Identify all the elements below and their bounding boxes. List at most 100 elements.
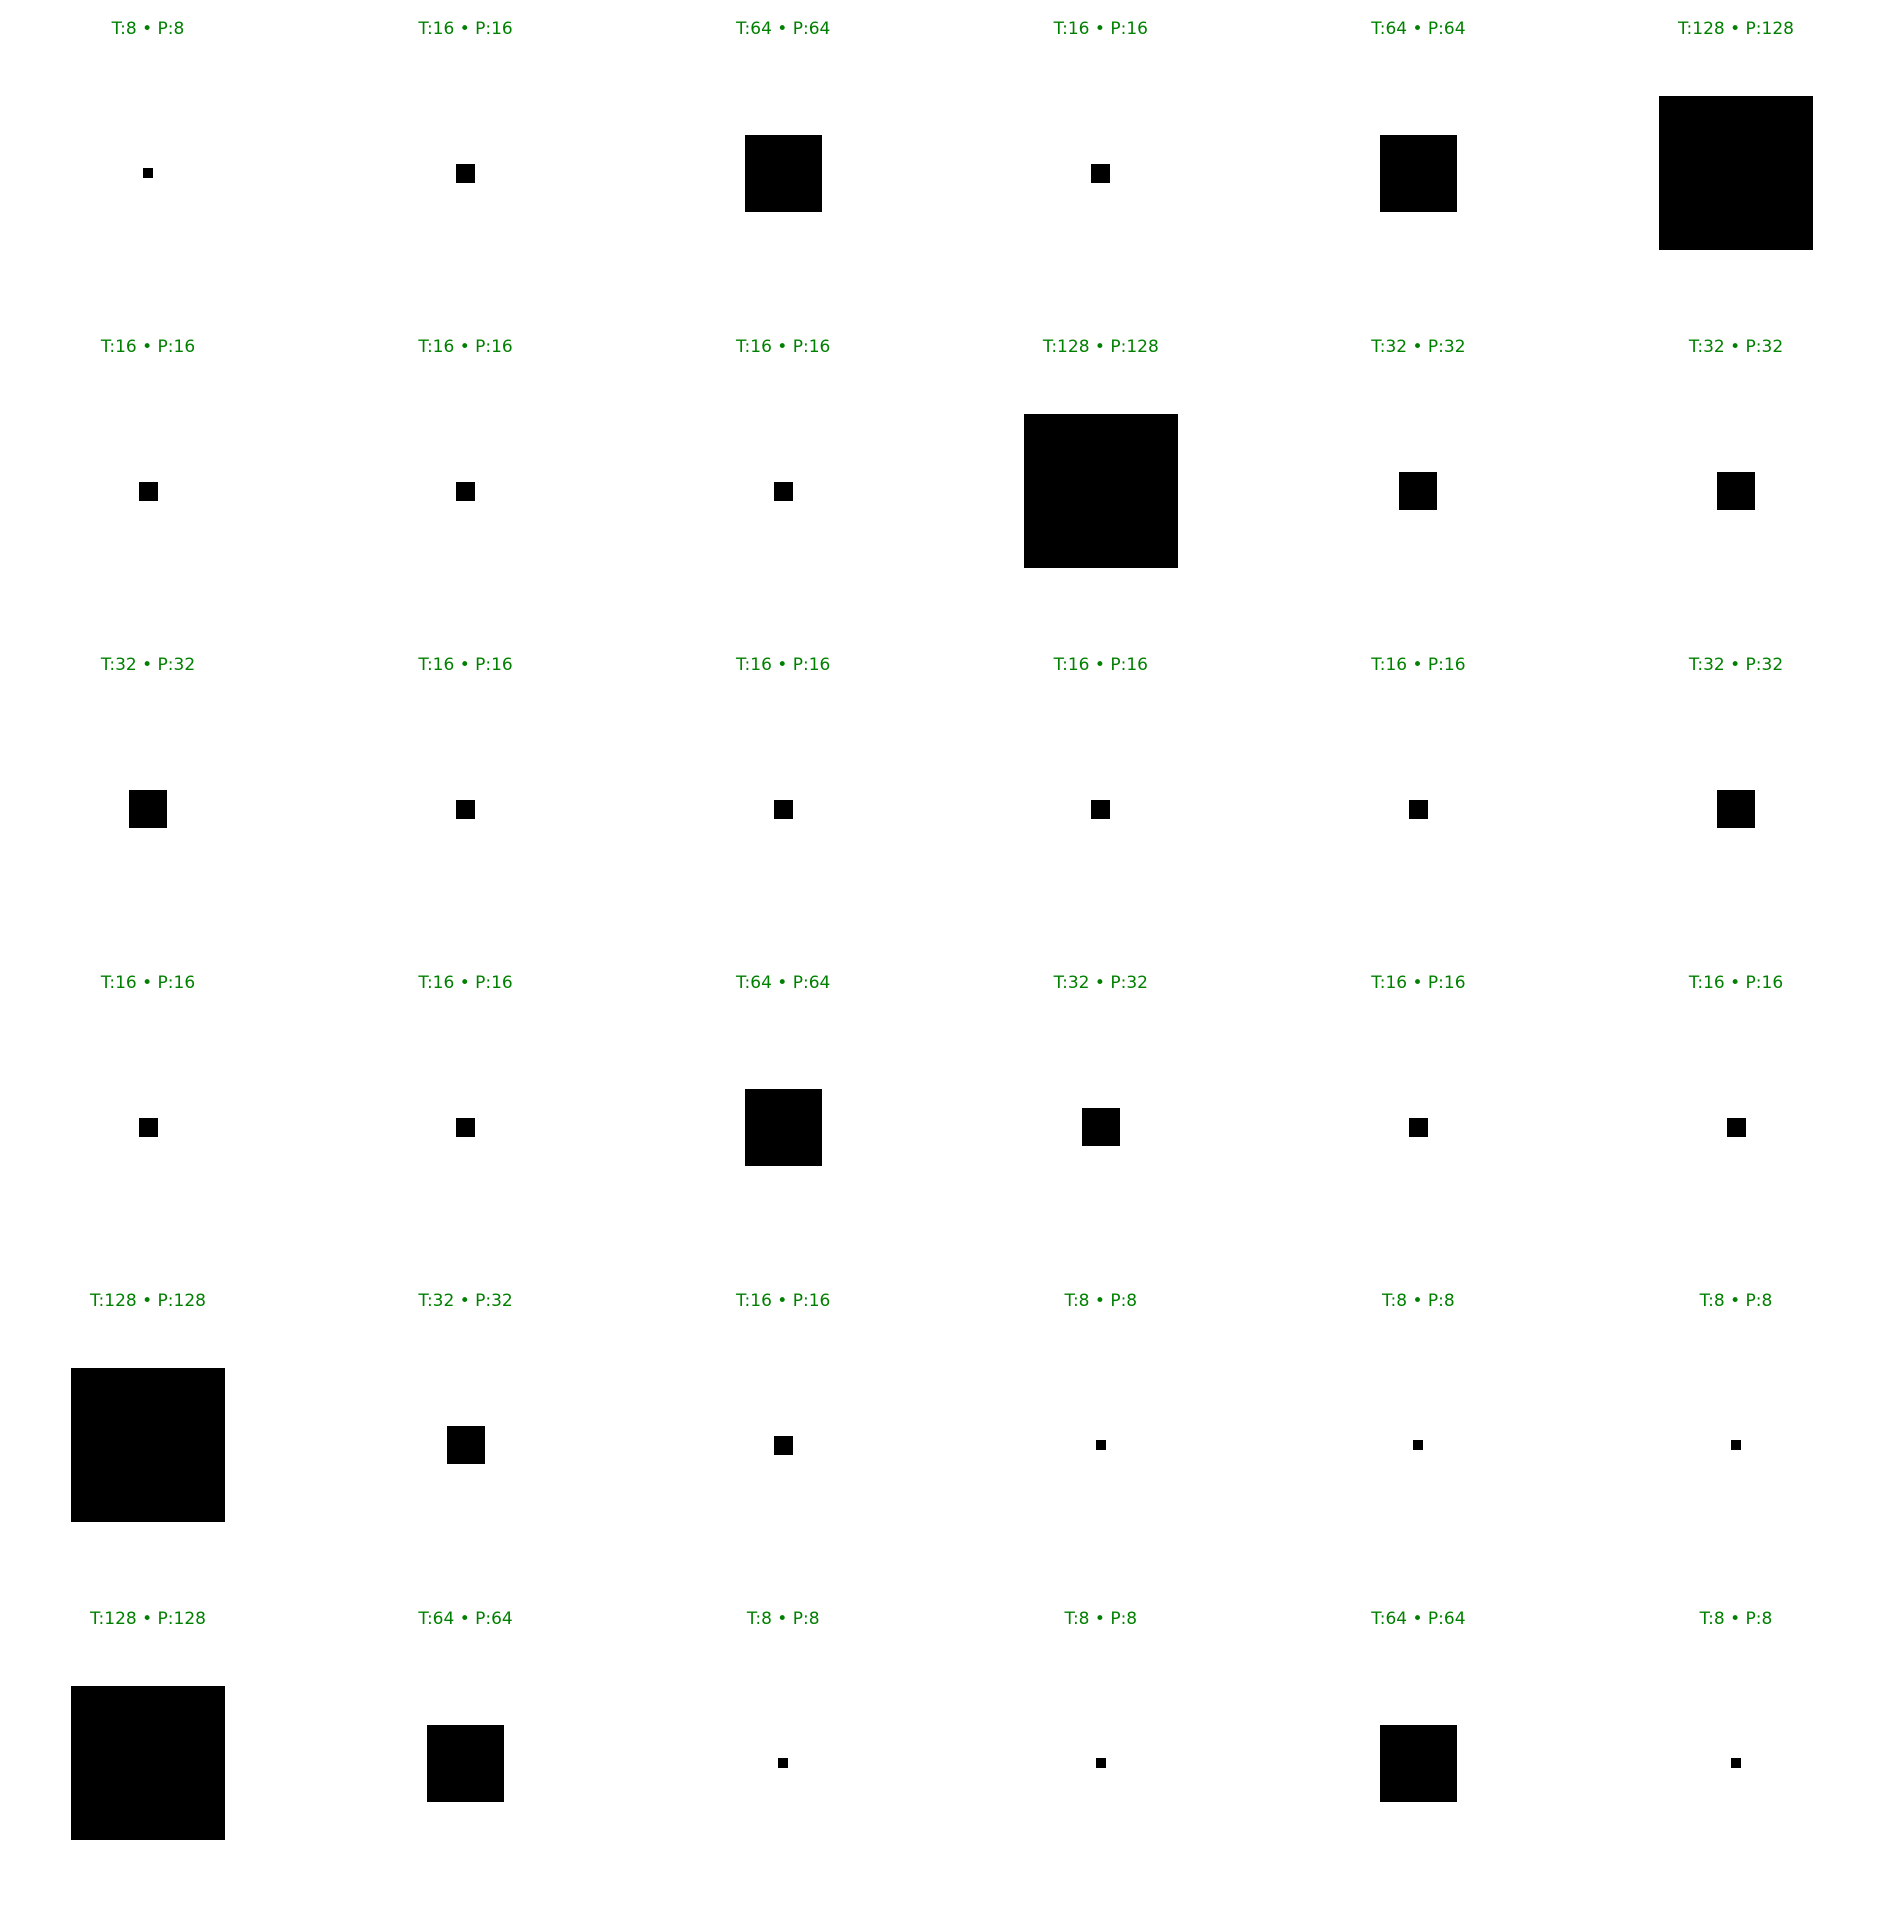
cell-title: T:16 • P:16 [0,336,306,358]
grid-cell: T:16 • P:16 [626,645,941,964]
cell-title: T:128 • P:128 [0,1290,306,1312]
grid-cell: T:128 • P:128 [943,327,1258,646]
square-patch [778,1758,788,1768]
cell-title: T:64 • P:64 [626,18,941,40]
cell-title: T:128 • P:128 [0,1608,306,1630]
cell-title: T:64 • P:64 [626,972,941,994]
grid-cell: T:32 • P:32 [1261,327,1576,646]
grid-cell: T:16 • P:16 [1579,963,1891,1282]
grid-cell: T:8 • P:8 [943,1599,1258,1918]
cell-title: T:128 • P:128 [1579,18,1891,40]
grid-cell: T:64 • P:64 [626,9,941,328]
cell-title: T:16 • P:16 [626,654,941,676]
cell-title: T:16 • P:16 [1261,972,1576,994]
cell-title: T:16 • P:16 [308,336,623,358]
cell-title: T:8 • P:8 [943,1290,1258,1312]
square-patch [129,790,167,828]
grid-cell: T:8 • P:8 [1579,1599,1891,1918]
cell-title: T:16 • P:16 [943,18,1258,40]
grid-cell: T:32 • P:32 [1579,645,1891,964]
cell-title: T:32 • P:32 [1579,654,1891,676]
grid-cell: T:64 • P:64 [1261,1599,1576,1918]
grid-cell: T:16 • P:16 [943,645,1258,964]
square-patch [1409,1118,1428,1137]
square-patch [1413,1440,1423,1450]
cell-title: T:16 • P:16 [626,336,941,358]
cell-title: T:8 • P:8 [1261,1290,1576,1312]
grid-cell: T:32 • P:32 [0,645,306,964]
square-patch [456,1118,475,1137]
square-patch [456,800,475,819]
grid-cell: T:64 • P:64 [308,1599,623,1918]
square-patch [456,164,475,183]
grid-cell: T:8 • P:8 [1579,1281,1891,1600]
square-patch [1659,96,1813,250]
square-patch [139,1118,158,1137]
grid-cell: T:8 • P:8 [943,1281,1258,1600]
cell-title: T:8 • P:8 [0,18,306,40]
cell-title: T:128 • P:128 [943,336,1258,358]
cell-title: T:16 • P:16 [308,654,623,676]
grid-cell: T:16 • P:16 [308,9,623,328]
cell-title: T:64 • P:64 [1261,18,1576,40]
square-patch [1380,135,1457,212]
square-patch [139,482,158,501]
square-patch [1731,1758,1741,1768]
square-patch [427,1725,504,1802]
square-patch [1727,1118,1746,1137]
cell-title: T:32 • P:32 [943,972,1258,994]
grid-cell: T:16 • P:16 [0,327,306,646]
image-grid: T:8 • P:8T:16 • P:16T:64 • P:64T:16 • P:… [0,0,1891,1917]
cell-title: T:8 • P:8 [943,1608,1258,1630]
grid-cell: T:8 • P:8 [0,9,306,328]
square-patch [1096,1758,1106,1768]
grid-cell: T:64 • P:64 [626,963,941,1282]
square-patch [1717,472,1755,510]
cell-title: T:8 • P:8 [626,1608,941,1630]
square-patch [774,800,793,819]
grid-cell: T:128 • P:128 [0,1599,306,1918]
cell-title: T:32 • P:32 [308,1290,623,1312]
cell-title: T:64 • P:64 [308,1608,623,1630]
square-patch [143,168,153,178]
square-patch [1091,800,1110,819]
grid-cell: T:32 • P:32 [308,1281,623,1600]
grid-cell: T:16 • P:16 [626,327,941,646]
grid-cell: T:32 • P:32 [1579,327,1891,646]
cell-title: T:64 • P:64 [1261,1608,1576,1630]
grid-cell: T:16 • P:16 [308,327,623,646]
square-patch [447,1426,485,1464]
cell-title: T:32 • P:32 [1579,336,1891,358]
square-patch [456,482,475,501]
cell-title: T:16 • P:16 [0,972,306,994]
cell-title: T:32 • P:32 [1261,336,1576,358]
grid-cell: T:16 • P:16 [0,963,306,1282]
grid-cell: T:16 • P:16 [1261,963,1576,1282]
cell-title: T:16 • P:16 [626,1290,941,1312]
cell-title: T:32 • P:32 [0,654,306,676]
cell-title: T:16 • P:16 [943,654,1258,676]
square-patch [774,482,793,501]
cell-title: T:16 • P:16 [1579,972,1891,994]
square-patch [1399,472,1437,510]
cell-title: T:8 • P:8 [1579,1290,1891,1312]
grid-cell: T:128 • P:128 [1579,9,1891,328]
grid-cell: T:8 • P:8 [626,1599,941,1918]
square-patch [1096,1440,1106,1450]
grid-cell: T:64 • P:64 [1261,9,1576,328]
square-patch [1082,1108,1120,1146]
grid-cell: T:16 • P:16 [308,645,623,964]
grid-cell: T:32 • P:32 [943,963,1258,1282]
grid-cell: T:16 • P:16 [626,1281,941,1600]
cell-title: T:16 • P:16 [1261,654,1576,676]
square-patch [745,1089,822,1166]
square-patch [1717,790,1755,828]
grid-cell: T:16 • P:16 [1261,645,1576,964]
square-patch [71,1686,225,1840]
square-patch [71,1368,225,1522]
square-patch [1409,800,1428,819]
cell-title: T:8 • P:8 [1579,1608,1891,1630]
square-patch [1380,1725,1457,1802]
square-patch [745,135,822,212]
cell-title: T:16 • P:16 [308,972,623,994]
